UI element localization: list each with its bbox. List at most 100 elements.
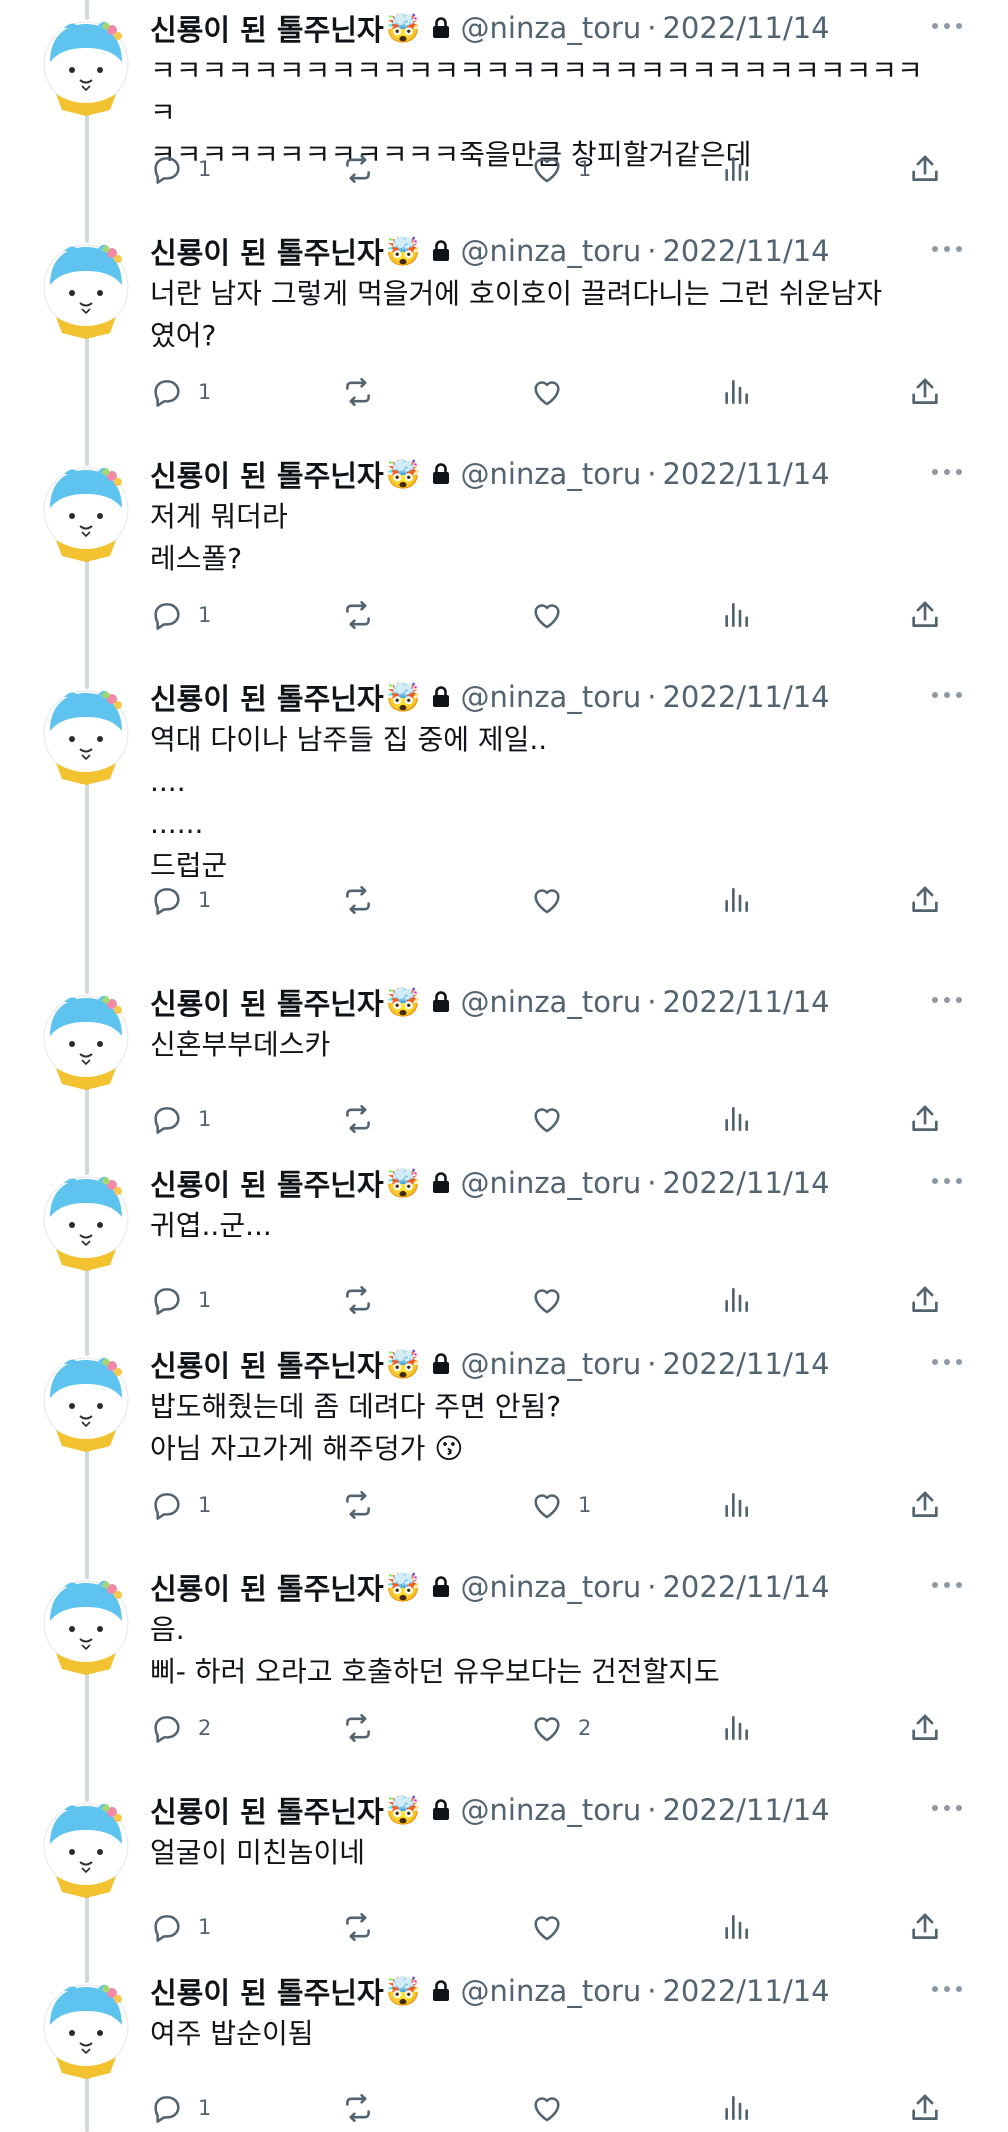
author-handle[interactable]: @ninza_toru <box>461 457 642 491</box>
views-button[interactable] <box>720 372 752 412</box>
like-button[interactable] <box>530 595 578 635</box>
tweet-date[interactable]: 2022/11/14 <box>662 1166 829 1200</box>
reply-button[interactable]: 1 <box>150 2088 211 2128</box>
like-button[interactable] <box>530 1099 578 1139</box>
share-button[interactable] <box>908 1280 942 1320</box>
reply-button[interactable]: 1 <box>150 149 211 189</box>
share-button[interactable] <box>908 2088 942 2128</box>
retweet-button[interactable] <box>340 372 390 412</box>
avatar[interactable] <box>42 239 130 339</box>
author-name[interactable]: 신룡이 된 톨주닌자 <box>150 1789 384 1831</box>
retweet-button[interactable] <box>340 1280 390 1320</box>
reply-button[interactable]: 1 <box>150 1907 211 1947</box>
author-handle[interactable]: @ninza_toru <box>461 1793 642 1827</box>
avatar[interactable] <box>42 1171 130 1271</box>
avatar[interactable] <box>42 1575 130 1675</box>
retweet-button[interactable] <box>340 880 390 920</box>
tweet-date[interactable]: 2022/11/14 <box>662 11 829 45</box>
views-button[interactable] <box>720 1280 752 1320</box>
avatar[interactable] <box>42 1798 130 1898</box>
like-button[interactable] <box>530 1907 578 1947</box>
more-icon[interactable] <box>930 1798 964 1817</box>
reply-button[interactable]: 1 <box>150 372 211 412</box>
author-name[interactable]: 신룡이 된 톨주닌자 <box>150 1970 384 2012</box>
like-button[interactable]: 2 <box>530 1708 591 1748</box>
author-handle[interactable]: @ninza_toru <box>461 1166 642 1200</box>
views-button[interactable] <box>720 1708 752 1748</box>
author-name[interactable]: 신룡이 된 톨주닌자 <box>150 7 384 49</box>
tweet[interactable]: 신룡이 된 톨주닌자 🤯 @ninza_toru · 2022/11/14 ㅋㅋㅋㅋㅋㅋㅋ… <box>0 6 1008 193</box>
more-icon[interactable] <box>930 1171 964 1190</box>
tweet-date[interactable]: 2022/11/14 <box>662 1974 829 2008</box>
retweet-button[interactable] <box>340 1907 390 1947</box>
author-handle[interactable]: @ninza_toru <box>461 1974 642 2008</box>
reply-button[interactable]: 1 <box>150 595 211 635</box>
tweet[interactable]: 신룡이 된 톨주닌자 🤯 @ninza_toru · 2022/11/14 귀엽..군..… <box>0 1161 1008 1324</box>
more-icon[interactable] <box>930 462 964 481</box>
like-button[interactable] <box>530 2088 578 2128</box>
tweet[interactable]: 신룡이 된 톨주닌자 🤯 @ninza_toru · 2022/11/14 저게 뭐더라 … <box>0 452 1008 639</box>
avatar[interactable] <box>42 16 130 116</box>
views-button[interactable] <box>720 2088 752 2128</box>
tweet[interactable]: 신룡이 된 톨주닌자 🤯 @ninza_toru · 2022/11/14 역대 다이나 … <box>0 675 1008 924</box>
retweet-button[interactable] <box>340 595 390 635</box>
author-name[interactable]: 신룡이 된 톨주닌자 <box>150 230 384 272</box>
reply-button[interactable]: 2 <box>150 1708 211 1748</box>
tweet-date[interactable]: 2022/11/14 <box>662 457 829 491</box>
views-button[interactable] <box>720 595 752 635</box>
retweet-button[interactable] <box>340 2088 390 2128</box>
author-name[interactable]: 신룡이 된 톨주닌자 <box>150 1566 384 1608</box>
reply-button[interactable]: 1 <box>150 1280 211 1320</box>
author-name[interactable]: 신룡이 된 톨주닌자 <box>150 1162 384 1204</box>
views-button[interactable] <box>720 1907 752 1947</box>
tweet[interactable]: 신룡이 된 톨주닌자 🤯 @ninza_toru · 2022/11/14 너란 남자 그… <box>0 229 1008 416</box>
like-button[interactable] <box>530 880 578 920</box>
tweet[interactable]: 신룡이 된 톨주닌자 🤯 @ninza_toru · 2022/11/14 밥도해줬는데 … <box>0 1342 1008 1529</box>
share-button[interactable] <box>908 1708 942 1748</box>
author-handle[interactable]: @ninza_toru <box>461 985 642 1019</box>
retweet-button[interactable] <box>340 1099 390 1139</box>
views-button[interactable] <box>720 880 752 920</box>
tweet-date[interactable]: 2022/11/14 <box>662 1570 829 1604</box>
avatar[interactable] <box>42 990 130 1090</box>
author-name[interactable]: 신룡이 된 톨주닌자 <box>150 981 384 1023</box>
reply-button[interactable]: 1 <box>150 880 211 920</box>
more-icon[interactable] <box>930 1979 964 1998</box>
tweet[interactable]: 신룡이 된 톨주닌자 🤯 @ninza_toru · 2022/11/14 여주 밥순이됨… <box>0 1969 1008 2132</box>
views-button[interactable] <box>720 1099 752 1139</box>
views-button[interactable] <box>720 1485 752 1525</box>
tweet-date[interactable]: 2022/11/14 <box>662 1347 829 1381</box>
tweet[interactable]: 신룡이 된 톨주닌자 🤯 @ninza_toru · 2022/11/14 음. 삐- 하… <box>0 1565 1008 1752</box>
author-handle[interactable]: @ninza_toru <box>461 11 642 45</box>
avatar[interactable] <box>42 685 130 785</box>
author-handle[interactable]: @ninza_toru <box>461 1347 642 1381</box>
share-button[interactable] <box>908 880 942 920</box>
share-button[interactable] <box>908 1485 942 1525</box>
tweet[interactable]: 신룡이 된 톨주닌자 🤯 @ninza_toru · 2022/11/14 신혼부부데스카… <box>0 980 1008 1143</box>
tweet-date[interactable]: 2022/11/14 <box>662 680 829 714</box>
more-icon[interactable] <box>930 239 964 258</box>
like-button[interactable]: 1 <box>530 1485 591 1525</box>
retweet-button[interactable] <box>340 1485 390 1525</box>
more-icon[interactable] <box>930 685 964 704</box>
tweet-date[interactable]: 2022/11/14 <box>662 1793 829 1827</box>
more-icon[interactable] <box>930 1575 964 1594</box>
avatar[interactable] <box>42 1352 130 1452</box>
author-handle[interactable]: @ninza_toru <box>461 234 642 268</box>
more-icon[interactable] <box>930 1352 964 1371</box>
like-button[interactable] <box>530 372 578 412</box>
tweet[interactable]: 신룡이 된 톨주닌자 🤯 @ninza_toru · 2022/11/14 얼굴이 미친놈… <box>0 1788 1008 1951</box>
author-handle[interactable]: @ninza_toru <box>461 680 642 714</box>
avatar[interactable] <box>42 1979 130 2079</box>
views-button[interactable] <box>720 149 752 189</box>
share-button[interactable] <box>908 372 942 412</box>
tweet-date[interactable]: 2022/11/14 <box>662 234 829 268</box>
share-button[interactable] <box>908 149 942 189</box>
tweet-date[interactable]: 2022/11/14 <box>662 985 829 1019</box>
more-icon[interactable] <box>930 990 964 1009</box>
author-name[interactable]: 신룡이 된 톨주닌자 <box>150 453 384 495</box>
reply-button[interactable]: 1 <box>150 1099 211 1139</box>
retweet-button[interactable] <box>340 1708 390 1748</box>
share-button[interactable] <box>908 1099 942 1139</box>
reply-button[interactable]: 1 <box>150 1485 211 1525</box>
